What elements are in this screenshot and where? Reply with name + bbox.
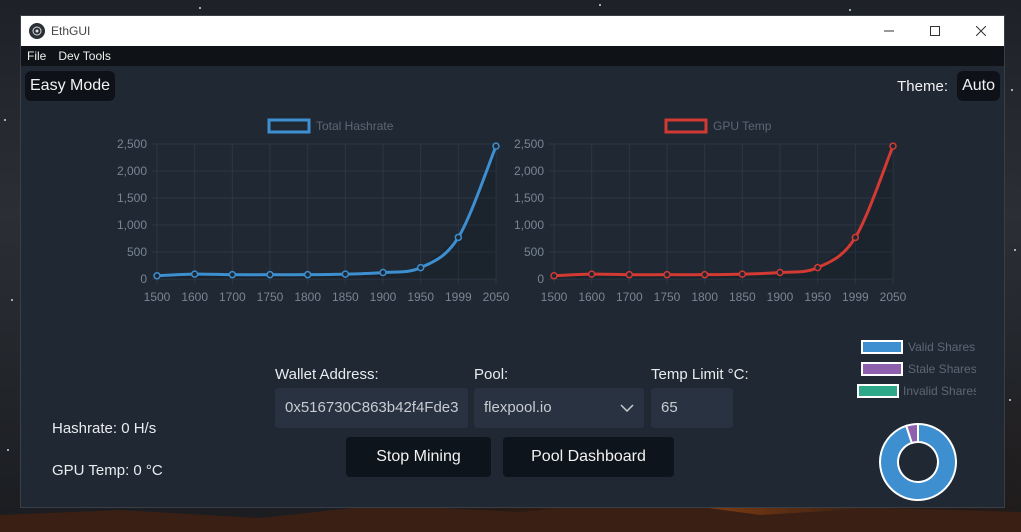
chevron-down-icon — [620, 404, 634, 412]
x-tick-label: 1600 — [578, 290, 605, 304]
pool-label: Pool: — [474, 366, 509, 383]
wallet-address-label: Wallet Address: — [275, 366, 379, 383]
data-point — [776, 268, 784, 277]
x-tick-label: 1700 — [219, 290, 246, 304]
title-bar[interactable]: EthGUI — [21, 16, 1004, 46]
temp-limit-label: Temp Limit °C: — [651, 366, 749, 383]
data-point — [379, 268, 387, 277]
data-point — [625, 270, 634, 279]
legend-label: Total Hashrate — [316, 119, 394, 133]
legend-label: Valid Shares — [908, 340, 975, 354]
y-tick-label: 1,000 — [514, 218, 544, 232]
app-window: EthGUI File Dev Tools Easy Mode Theme: A… — [21, 16, 1004, 507]
data-point — [341, 270, 350, 278]
data-point — [190, 270, 199, 278]
window-title: EthGUI — [51, 24, 91, 38]
maximize-icon — [930, 26, 940, 36]
y-tick-label: 1,500 — [514, 191, 544, 205]
y-tick-label: 2,000 — [117, 164, 147, 178]
x-tick-label: 1999 — [842, 290, 869, 304]
y-tick-label: 1,500 — [117, 191, 147, 205]
theme-label: Theme: — [897, 78, 948, 95]
x-tick-label: 1850 — [332, 290, 359, 304]
minimize-button[interactable] — [866, 16, 912, 46]
data-point — [700, 270, 709, 279]
gpu-temp-readout: GPU Temp: 0 °C — [52, 462, 163, 479]
data-point — [550, 272, 558, 280]
data-point — [663, 270, 671, 279]
hashrate-readout: Hashrate: 0 H/s — [52, 420, 157, 437]
data-point — [889, 142, 897, 150]
legend-swatch — [857, 384, 899, 398]
x-tick-label: 1850 — [729, 290, 756, 304]
legend-swatch — [267, 118, 311, 134]
x-tick-label: 1750 — [654, 290, 681, 304]
series-area — [554, 146, 893, 279]
x-tick-label: 1800 — [691, 290, 718, 304]
legend-label: Stale Shares — [908, 362, 976, 376]
pool-select[interactable]: flexpool.io — [474, 388, 644, 428]
pool-dashboard-button[interactable]: Pool Dashboard — [503, 437, 674, 477]
data-point — [738, 270, 747, 278]
x-tick-label: 2050 — [880, 290, 907, 304]
x-tick-label: 1900 — [370, 290, 397, 304]
x-tick-label: 1800 — [294, 290, 321, 304]
x-tick-label: 1500 — [541, 290, 568, 304]
data-point — [587, 270, 596, 278]
x-tick-label: 1900 — [767, 290, 794, 304]
x-tick-label: 1950 — [407, 290, 434, 304]
y-tick-label: 0 — [537, 272, 544, 286]
data-point — [416, 263, 425, 272]
menu-file[interactable]: File — [21, 49, 52, 63]
x-tick-label: 1700 — [616, 290, 643, 304]
x-tick-label: 1999 — [445, 290, 472, 304]
data-point — [303, 270, 312, 279]
y-tick-label: 1,000 — [117, 218, 147, 232]
maximize-button[interactable] — [912, 16, 958, 46]
legend-label: Invalid Shares — [903, 384, 976, 398]
app-icon — [29, 23, 45, 39]
data-point — [266, 270, 274, 279]
menu-dev-tools[interactable]: Dev Tools — [52, 49, 116, 63]
series-area — [157, 146, 496, 279]
data-point — [454, 233, 463, 242]
theme-select[interactable]: Auto — [957, 71, 1000, 101]
y-tick-label: 2,500 — [117, 137, 147, 151]
legend-swatch — [861, 362, 903, 376]
y-tick-label: 2,000 — [514, 164, 544, 178]
wallet-address-input[interactable]: 0x516730C863b42f4Fde3 — [275, 388, 468, 428]
hashrate-chart: Total Hashrate 0 500 1,000 1,500 2,000 2,500 15… — [117, 118, 510, 304]
minimize-icon — [884, 30, 894, 32]
data-point — [851, 233, 860, 242]
data-point — [228, 270, 237, 279]
x-tick-label: 1750 — [257, 290, 284, 304]
shares-pie-chart: Valid Shares Stale Shares Invalid Shares — [857, 340, 976, 501]
y-tick-label: 2,500 — [514, 137, 544, 151]
y-tick-label: 500 — [524, 245, 544, 259]
pool-select-value: flexpool.io — [484, 399, 552, 416]
data-point — [153, 272, 161, 280]
temp-limit-input[interactable]: 65 — [651, 388, 733, 428]
stop-mining-button[interactable]: Stop Mining — [346, 437, 491, 477]
gpu-temp-chart: GPU Temp 0 500 1,000 1,500 2,000 2,500 1500 1600… — [514, 118, 907, 304]
easy-mode-button[interactable]: Easy Mode — [25, 71, 116, 101]
y-tick-label: 0 — [140, 272, 147, 286]
close-icon — [976, 26, 986, 36]
y-tick-label: 500 — [127, 245, 147, 259]
data-point — [813, 263, 822, 272]
legend-swatch — [664, 118, 708, 134]
legend-swatch — [861, 340, 903, 354]
x-tick-label: 1600 — [181, 290, 208, 304]
x-tick-label: 1950 — [804, 290, 831, 304]
menu-bar: File Dev Tools — [21, 46, 1004, 66]
close-button[interactable] — [958, 16, 1004, 46]
main-content: Easy Mode Theme: Auto Total Hashrate 0 500… — [21, 66, 1004, 507]
x-tick-label: 1500 — [144, 290, 171, 304]
legend-label: GPU Temp — [713, 119, 772, 133]
